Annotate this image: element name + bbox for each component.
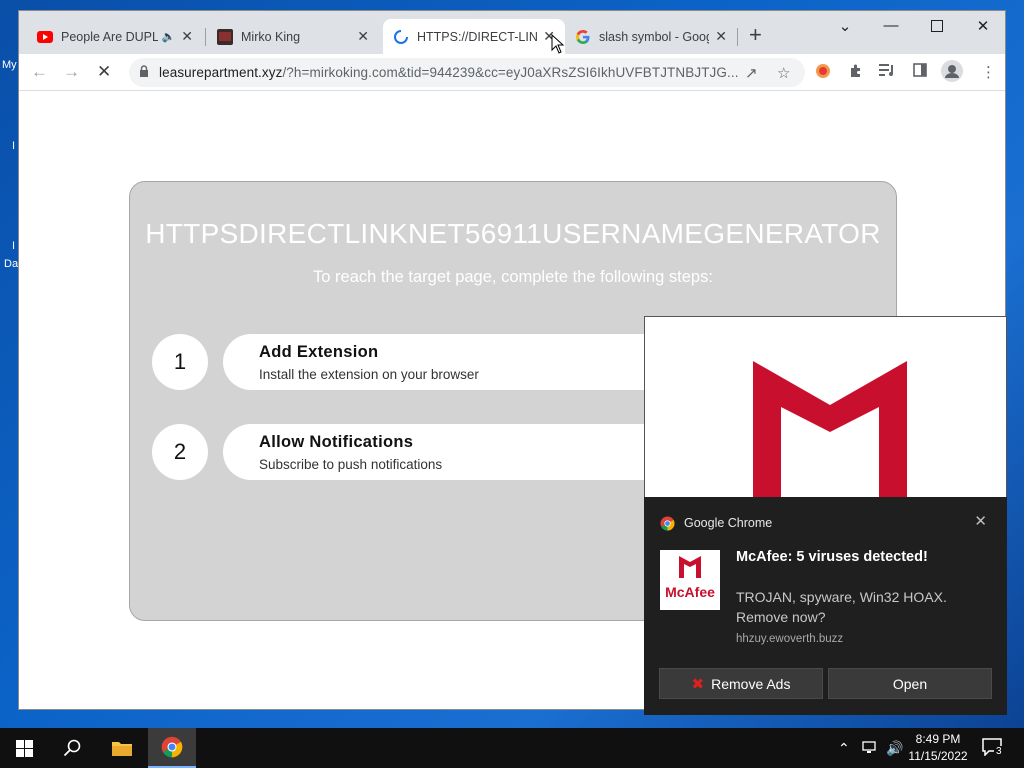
step-number: 1 <box>152 334 208 390</box>
forward-button[interactable]: → <box>63 62 80 82</box>
google-icon <box>575 29 591 45</box>
menu-kebab-icon[interactable]: ⋮ <box>981 63 996 81</box>
tab-title: Mirko King <box>241 29 301 44</box>
page-title: HTTPSDIRECTLINKNET56911USERNAMEGENERATOR <box>145 218 881 249</box>
show-hidden-icons-chevron[interactable]: ⌃ <box>838 740 850 757</box>
tab-direct-link[interactable]: HTTPS://DIRECT-LIN ✕ <box>383 19 565 54</box>
close-tab-icon[interactable]: ✕ <box>715 28 727 45</box>
close-tab-icon[interactable]: ✕ <box>357 28 369 45</box>
speaker-icon[interactable]: 🔈 <box>162 30 176 43</box>
desktop-icon-label: My <box>2 59 17 71</box>
notification-body: TROJAN, spyware, Win32 HOAX. Remove now? <box>736 589 947 625</box>
mouse-cursor-icon <box>551 34 565 54</box>
chrome-notification[interactable]: Google Chrome ✕ McAfee McAfee: 5 viruses… <box>644 497 1007 715</box>
stop-loading-button[interactable]: ✕ <box>97 62 111 82</box>
profile-icon[interactable] <box>941 60 963 86</box>
tab-google-search[interactable]: slash symbol - Goog ✕ <box>565 19 737 54</box>
open-label: Open <box>892 675 928 692</box>
address-bar[interactable]: leasurepartment.xyz/?h=mirkoking.com&tid… <box>129 58 805 87</box>
remove-ads-button[interactable]: ✖ Remove Ads <box>659 668 823 699</box>
notification-title: McAfee: 5 viruses detected! <box>736 549 928 565</box>
page-subtitle: To reach the target page, complete the f… <box>313 268 713 286</box>
desktop-icon-label: Da <box>4 258 19 270</box>
notification-hero-image[interactable] <box>644 316 1007 499</box>
mcafee-logo-icon <box>679 556 701 578</box>
red-x-icon: ✖ <box>691 675 705 693</box>
notification-thumbnail: McAfee <box>660 550 720 610</box>
bookmark-star-icon[interactable]: ☆ <box>777 64 790 82</box>
tab-title: slash symbol - Goog <box>599 29 710 44</box>
close-notification-icon[interactable]: ✕ <box>974 512 987 530</box>
taskbar-clock[interactable]: 8:49 PM 11/15/2022 <box>906 731 970 765</box>
action-center-button[interactable]: 3 <box>982 738 1004 758</box>
new-tab-button[interactable]: + <box>749 24 762 46</box>
mcafee-shield-icon <box>753 361 907 499</box>
chrome-icon <box>660 516 675 531</box>
clock-date: 11/15/2022 <box>908 749 968 763</box>
volume-icon[interactable]: 🔊 <box>886 740 903 757</box>
extension-avatar-icon[interactable] <box>815 63 831 83</box>
side-panel-icon[interactable] <box>913 63 927 81</box>
share-icon[interactable]: ↗ <box>745 64 758 82</box>
back-button[interactable]: ← <box>31 62 48 82</box>
loading-spinner-icon <box>393 29 409 45</box>
desktop-icon-label: I <box>12 140 16 152</box>
search-icon <box>63 739 81 757</box>
clock-time: 8:49 PM <box>915 732 961 746</box>
close-window-button[interactable]: ✕ <box>960 17 1005 35</box>
tab-title: People Are DUPL <box>61 29 158 44</box>
tab-strip: People Are DUPL 🔈 ✕ Mirko King ✕ HTTPS:/… <box>19 11 1005 54</box>
lock-icon[interactable] <box>139 65 149 80</box>
youtube-icon <box>37 29 53 45</box>
browser-toolbar: ← → ✕ leasurepartment.xyz/?h=mirkoking.c… <box>19 54 1005 91</box>
notification-source: hhzuy.ewoverth.buzz <box>736 633 844 645</box>
chrome-icon <box>161 736 183 758</box>
search-button[interactable] <box>48 728 96 768</box>
network-icon[interactable] <box>862 740 878 757</box>
taskbar: ⌃ 🔊 8:49 PM 11/15/2022 3 <box>0 728 1024 768</box>
open-button[interactable]: Open <box>828 668 992 699</box>
extensions-puzzle-icon[interactable] <box>849 63 864 82</box>
tab-search-icon[interactable]: ⌄ <box>822 17 868 35</box>
tab-title: HTTPS://DIRECT-LIN <box>417 29 538 44</box>
windows-logo-icon <box>15 739 33 757</box>
step-number: 2 <box>152 424 208 480</box>
desktop-icon-label: I <box>12 240 16 252</box>
close-tab-icon[interactable]: ✕ <box>181 28 193 45</box>
maximize-button[interactable] <box>914 17 960 36</box>
notification-count-badge: 3 <box>994 746 1004 757</box>
site-thumbnail-icon <box>217 28 233 45</box>
media-control-icon[interactable] <box>879 63 895 81</box>
chrome-taskbar-button[interactable] <box>148 728 196 768</box>
url-host: leasurepartment.xyz <box>159 65 283 80</box>
notification-app-name: Google Chrome <box>684 516 773 530</box>
remove-ads-label: Remove Ads <box>711 675 791 692</box>
minimize-button[interactable]: — <box>868 17 914 34</box>
start-button[interactable] <box>0 728 48 768</box>
tab-mirko-king[interactable]: Mirko King ✕ <box>207 19 379 54</box>
url-path: /?h=mirkoking.com&tid=944239&cc=eyJ0aXRs… <box>282 65 739 80</box>
file-explorer-button[interactable] <box>98 728 146 768</box>
notification-thumbnail-text: McAfee <box>665 584 715 600</box>
tab-youtube[interactable]: People Are DUPL 🔈 ✕ <box>27 19 203 54</box>
folder-icon <box>112 742 132 756</box>
